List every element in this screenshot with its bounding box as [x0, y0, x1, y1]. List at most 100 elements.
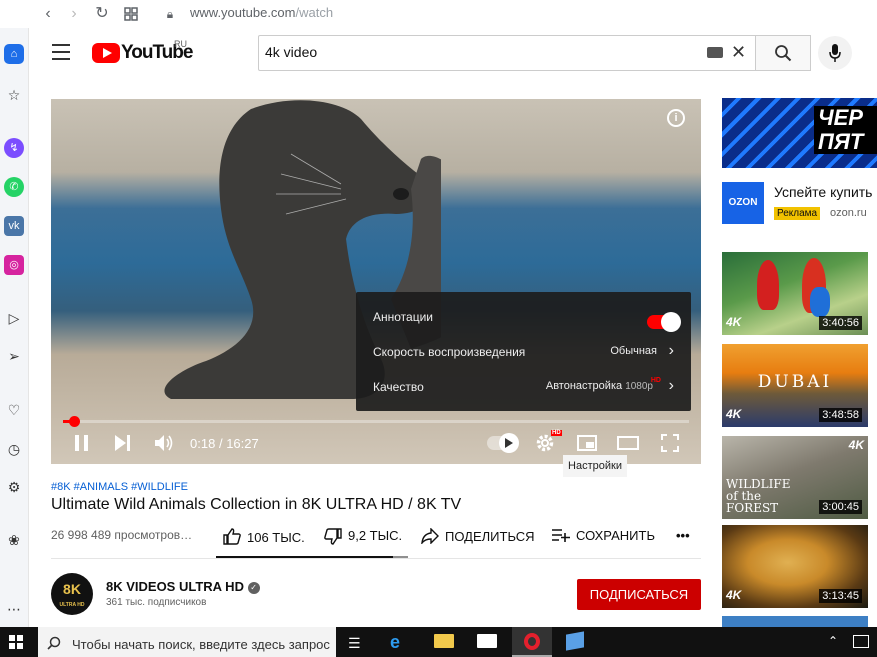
messenger-icon[interactable]: ↯ — [4, 138, 24, 158]
search-button[interactable] — [755, 35, 811, 71]
volume-button[interactable] — [155, 434, 175, 457]
progress-scrubber[interactable] — [69, 416, 80, 427]
chevron-up-icon[interactable]: ⌃ — [828, 634, 838, 648]
like-button[interactable]: 106 ТЫС. — [223, 528, 305, 545]
4k-badge: 4K — [726, 315, 742, 329]
dislike-count: 9,2 ТЫС. — [348, 528, 403, 543]
settings-tooltip: Настройки — [563, 455, 627, 477]
forward-icon[interactable]: › — [64, 4, 84, 24]
taskbar-search-placeholder: Чтобы начать поиск, введите здесь запрос — [72, 637, 330, 652]
settings-gear-icon — [536, 434, 554, 452]
autoplay-toggle[interactable] — [487, 433, 519, 453]
ozon-logo[interactable]: OZON — [722, 182, 764, 224]
mail-icon[interactable] — [477, 634, 497, 648]
heart-icon[interactable]: ♡ — [5, 401, 23, 419]
voice-search-button[interactable] — [818, 36, 852, 70]
star-icon[interactable]: ☆ — [5, 86, 23, 104]
whatsapp-icon[interactable]: ✆ — [4, 177, 24, 197]
player-icon[interactable]: ▷ — [5, 309, 23, 327]
pause-button[interactable] — [75, 435, 89, 451]
menu-icon[interactable] — [52, 44, 70, 60]
search-input[interactable] — [265, 44, 695, 60]
url-host: www.youtube.com — [190, 5, 296, 20]
instagram-icon[interactable]: ◎ — [4, 255, 24, 275]
ad-headline[interactable]: Успейте купить — [774, 184, 872, 200]
time-separator: / — [218, 436, 223, 451]
view-count[interactable]: 26 998 489 просмотров… — [51, 528, 192, 542]
notifications-icon[interactable] — [853, 635, 869, 648]
menu-item-annotations[interactable]: Аннотации — [356, 300, 691, 335]
suggestion-thumbnail[interactable]: WILDLIFE of the FOREST 4K 3:00:45 — [722, 436, 868, 519]
hashtags[interactable]: #8K #ANIMALS #WILDLIFE — [51, 481, 188, 493]
history-icon[interactable]: ◷ — [5, 440, 23, 458]
time-current: 0:18 — [190, 436, 216, 451]
time-total: 16:27 — [226, 436, 259, 451]
channel-name[interactable]: 8K VIDEOS ULTRA HD ✓ — [106, 579, 260, 594]
edge-icon[interactable]: e — [390, 632, 400, 653]
info-icon[interactable]: i — [667, 109, 685, 127]
windows-start-icon[interactable] — [9, 635, 23, 654]
volume-icon — [155, 435, 173, 451]
clear-search-icon[interactable]: ✕ — [731, 42, 746, 63]
more-dots-icon[interactable]: ⋯ — [5, 600, 23, 618]
opera-taskbar-button[interactable] — [512, 627, 552, 657]
4k-badge: 4K — [848, 438, 864, 452]
task-view-icon[interactable]: ☰ — [348, 635, 361, 652]
subscribe-button[interactable]: ПОДПИСАТЬСЯ — [577, 579, 701, 610]
play-icon — [505, 438, 513, 448]
next-icon — [115, 435, 130, 451]
dislike-button[interactable]: 9,2 ТЫС. — [324, 528, 402, 545]
progress-bar[interactable] — [63, 420, 689, 423]
avatar-subtext: ULTRA HD — [59, 602, 85, 608]
send-icon[interactable]: ➢ — [5, 347, 23, 365]
back-icon[interactable]: ‹ — [38, 4, 58, 24]
browser-address-bar: ‹ › ↻ 🔒︎ www.youtube.com/watch — [0, 0, 877, 28]
file-explorer-icon[interactable] — [434, 634, 454, 648]
hd-badge: HD — [650, 377, 661, 384]
like-count: 106 ТЫС. — [247, 530, 305, 545]
fullscreen-button[interactable] — [661, 434, 679, 457]
pause-icon — [75, 435, 88, 451]
miniplayer-button[interactable] — [577, 435, 597, 456]
settings-gear-icon[interactable]: ⚙ — [5, 478, 23, 496]
settings-button[interactable]: HD — [535, 430, 562, 458]
chevron-right-icon: › — [668, 342, 674, 359]
share-button[interactable]: ПОДЕЛИТЬСЯ — [421, 527, 534, 546]
playlist-add-icon — [552, 529, 570, 542]
video-duration: 3:13:45 — [819, 589, 862, 603]
app-icon[interactable] — [566, 631, 584, 651]
suggestion-thumbnail[interactable] — [722, 616, 868, 627]
thumbnail-text: DUBAI — [757, 372, 833, 392]
menu-item-label: Аннотации — [373, 310, 433, 324]
4k-badge: 4K — [726, 588, 742, 602]
reload-icon[interactable]: ↻ — [92, 4, 112, 24]
url-path: /watch — [295, 5, 334, 20]
theater-icon — [617, 436, 639, 450]
vk-icon[interactable]: vk — [4, 216, 24, 236]
more-actions-icon[interactable]: ••• — [676, 528, 690, 543]
url-field[interactable]: www.youtube.com/watch — [190, 5, 333, 20]
ad-banner[interactable]: ЧЕР ПЯТ — [722, 98, 877, 168]
channel-avatar[interactable]: 8K ULTRA HD — [51, 573, 93, 615]
suggestion-thumbnail[interactable]: 4K 3:40:56 — [722, 252, 868, 335]
youtube-logo-icon[interactable] — [92, 43, 120, 63]
search-box[interactable] — [258, 35, 756, 71]
home-icon[interactable]: ⌂ — [4, 44, 24, 64]
keyboard-icon[interactable] — [707, 47, 723, 58]
menu-item-quality[interactable]: Качество Автонастройка 1080p HD › — [356, 370, 691, 405]
menu-item-speed[interactable]: Скорость воспроизведения Обычная › — [356, 335, 691, 370]
video-player[interactable]: i Аннотации Скорость воспроизведения Обы… — [51, 99, 701, 464]
ad-label: Реклама — [774, 207, 821, 220]
annotations-toggle[interactable] — [647, 312, 681, 332]
tabs-grid-icon[interactable] — [121, 4, 141, 24]
lightbulb-icon[interactable]: ❀ — [5, 531, 23, 549]
subscriber-count: 361 тыс. подписчиков — [106, 597, 207, 608]
theater-mode-button[interactable] — [617, 435, 639, 456]
suggestion-thumbnail[interactable]: 4K 3:13:45 — [722, 525, 868, 608]
suggestion-thumbnail[interactable]: DUBAI 4K 3:48:58 — [722, 344, 868, 427]
next-button[interactable] — [115, 435, 131, 456]
menu-item-label: Качество — [373, 380, 424, 394]
chevron-right-icon: › — [668, 377, 674, 394]
save-button[interactable]: СОХРАНИТЬ — [552, 528, 655, 543]
share-icon — [421, 527, 439, 546]
